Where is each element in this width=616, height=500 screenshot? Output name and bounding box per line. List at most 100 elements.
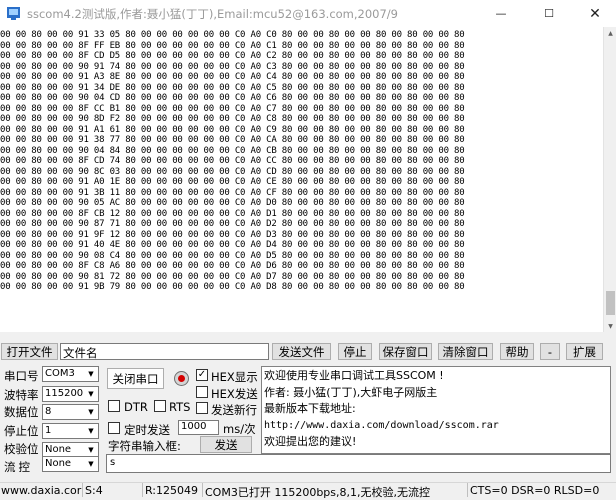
receive-line: 00 00 80 00 00 91 40 4E 80 00 00 00 00 0… [0, 240, 465, 250]
scroll-down-icon[interactable]: ▼ [604, 320, 616, 332]
hex-send-checkbox[interactable] [196, 386, 208, 398]
status-receive-count: R:125049 [145, 484, 199, 497]
receive-line: 00 00 80 00 00 8F FF EB 80 00 00 00 00 0… [0, 40, 465, 51]
receive-line: 00 00 80 00 00 90 8D F2 80 00 00 00 00 0… [0, 114, 465, 124]
dtr-checkbox[interactable] [108, 400, 120, 412]
interval-unit: ms/次 [223, 422, 256, 436]
collapse-button[interactable]: - [540, 343, 560, 360]
databits-select[interactable]: 8 ▼ [42, 404, 99, 420]
receive-scrollbar[interactable]: ▲ ▼ [603, 27, 616, 332]
rts-label: RTS [169, 400, 191, 414]
receive-line: 00 00 80 00 00 91 9B 79 80 00 00 00 00 0… [0, 282, 465, 292]
receive-line: 00 00 80 00 00 90 87 71 80 00 00 00 00 0… [0, 219, 465, 229]
close-port-button[interactable]: 关闭串口 [107, 368, 164, 389]
timed-send-checkbox[interactable] [108, 422, 120, 434]
info-feedback: 欢迎提出您的建议! [264, 435, 357, 448]
receive-line: 00 00 80 00 00 8F CD D5 80 00 00 00 00 0… [0, 51, 465, 61]
send-newline-checkbox[interactable] [196, 402, 208, 414]
stopbits-select[interactable]: 1 ▼ [42, 423, 99, 439]
info-download-label: 最新版本下载地址: [264, 402, 356, 415]
receive-line: 00 00 80 00 00 90 04 CD 80 00 00 00 00 0… [0, 93, 465, 103]
stopbits-label: 停止位 [4, 424, 39, 438]
status-website: www.daxia.cor [1, 484, 82, 497]
window-title: sscom4.2测试版,作者:聂小猛(丁丁),Email:mcu52@163.c… [27, 7, 398, 21]
info-download-url: http://www.daxia.com/download/sscom.rar [264, 419, 499, 431]
status-send-count: S:4 [85, 484, 103, 497]
send-button[interactable]: 发送 [200, 436, 252, 453]
filename-input[interactable]: 文件名 [60, 343, 269, 360]
status-separator [202, 483, 203, 497]
send-newline-label: 发送新行 [211, 403, 257, 417]
baud-label: 波特率 [4, 388, 39, 402]
flow-control-select[interactable]: None ▼ [42, 456, 99, 472]
chevron-down-icon[interactable]: ▼ [84, 367, 98, 381]
maximize-button[interactable]: ☐ [526, 0, 572, 27]
stopbits-value: 1 [45, 425, 52, 436]
status-line-signals: CTS=0 DSR=0 RLSD=0 [470, 484, 600, 497]
receive-line: 00 00 80 00 00 8F CB 12 80 00 00 00 00 0… [0, 208, 465, 219]
databits-label: 数据位 [4, 405, 39, 419]
status-separator [467, 483, 468, 497]
help-button[interactable]: 帮助 [500, 343, 534, 360]
receive-line: 00 00 80 00 00 91 3B 11 80 00 00 00 00 0… [0, 187, 465, 198]
chevron-down-icon[interactable]: ▼ [84, 405, 98, 419]
status-separator [82, 483, 83, 497]
chevron-down-icon[interactable]: ▼ [84, 443, 98, 457]
app-icon [7, 7, 20, 20]
baud-value: 115200 [45, 388, 84, 399]
parity-value: None [45, 444, 72, 455]
info-panel: 欢迎使用专业串口调试工具SSCOM ! 作者: 聂小猛(丁丁),大虾电子网版主 … [261, 366, 611, 454]
receive-line: 00 00 80 00 00 90 05 AC 80 00 00 00 00 0… [0, 198, 465, 208]
chevron-down-icon[interactable]: ▼ [84, 457, 98, 471]
expand-button[interactable]: 扩展 [566, 343, 603, 360]
receive-line: 00 00 80 00 00 91 33 05 80 00 00 00 00 0… [0, 30, 465, 40]
close-window-button[interactable]: ✕ [572, 0, 616, 27]
parity-label: 校验位 [4, 442, 39, 456]
dtr-label: DTR [124, 400, 148, 414]
open-file-button[interactable]: 打开文件 [1, 343, 58, 360]
status-separator [142, 483, 143, 497]
receive-text-area[interactable]: 00 00 80 00 00 91 33 05 80 00 00 00 00 0… [0, 27, 603, 332]
send-file-button[interactable]: 发送文件 [272, 343, 331, 360]
flow-control-value: None [45, 458, 72, 469]
receive-line: 00 00 80 00 00 8F CC B1 80 00 00 00 00 0… [0, 103, 465, 114]
receive-line: 00 00 80 00 00 8F C8 A6 80 00 00 00 00 0… [0, 261, 465, 271]
scroll-up-icon[interactable]: ▲ [604, 27, 616, 39]
minimize-button[interactable]: — [478, 0, 524, 27]
interval-input[interactable]: 1000 [178, 420, 219, 435]
receive-line: 00 00 80 00 00 90 91 74 80 00 00 00 00 0… [0, 61, 465, 72]
scrollbar-thumb[interactable] [606, 291, 615, 315]
port-value: COM3 [45, 368, 75, 379]
send-input[interactable]: s [106, 454, 611, 473]
receive-line: 00 00 80 00 00 90 04 84 80 00 00 00 00 0… [0, 145, 465, 156]
hex-display-label: HEX显示 [211, 370, 258, 384]
stop-button[interactable]: 停止 [338, 343, 372, 360]
receive-line: 00 00 80 00 00 91 34 DE 80 00 00 00 00 0… [0, 82, 465, 93]
hex-display-checkbox[interactable]: ✓ [196, 369, 208, 381]
receive-line: 00 00 80 00 00 91 A3 8E 80 00 00 00 00 0… [0, 72, 465, 82]
baud-select[interactable]: 115200 ▼ [42, 386, 99, 402]
rts-checkbox[interactable] [154, 400, 166, 412]
chevron-down-icon[interactable]: ▼ [84, 424, 98, 438]
chevron-down-icon[interactable]: ▼ [84, 387, 98, 401]
receive-line: 00 00 80 00 00 91 A0 1E 80 00 00 00 00 0… [0, 177, 465, 187]
flow-control-label: 流控 [4, 460, 33, 474]
record-indicator [178, 375, 185, 382]
receive-line: 00 00 80 00 00 91 38 77 80 00 00 00 00 0… [0, 135, 465, 145]
input-box-label: 字符串输入框: [108, 439, 181, 453]
record-icon[interactable] [174, 371, 189, 386]
receive-line: 00 00 80 00 00 91 A1 61 80 00 00 00 00 0… [0, 124, 465, 135]
clear-window-button[interactable]: 清除窗口 [438, 343, 493, 360]
receive-line: 00 00 80 00 00 90 08 C4 80 00 00 00 00 0… [0, 250, 465, 261]
databits-value: 8 [45, 406, 52, 417]
port-select[interactable]: COM3 ▼ [42, 366, 99, 382]
receive-line: 00 00 80 00 00 8F CD 74 80 00 00 00 00 0… [0, 156, 465, 166]
hex-send-label: HEX发送 [211, 387, 258, 401]
save-window-button[interactable]: 保存窗口 [379, 343, 432, 360]
port-label: 串口号 [4, 369, 39, 383]
info-welcome: 欢迎使用专业串口调试工具SSCOM ! [264, 369, 444, 382]
timed-send-label: 定时发送 [124, 423, 170, 437]
receive-line: 00 00 80 00 00 91 9F 12 80 00 00 00 00 0… [0, 229, 465, 240]
receive-line: 00 00 80 00 00 90 8C 03 80 00 00 00 00 0… [0, 166, 465, 177]
receive-line: 00 00 80 00 00 90 81 72 80 00 00 00 00 0… [0, 271, 465, 282]
